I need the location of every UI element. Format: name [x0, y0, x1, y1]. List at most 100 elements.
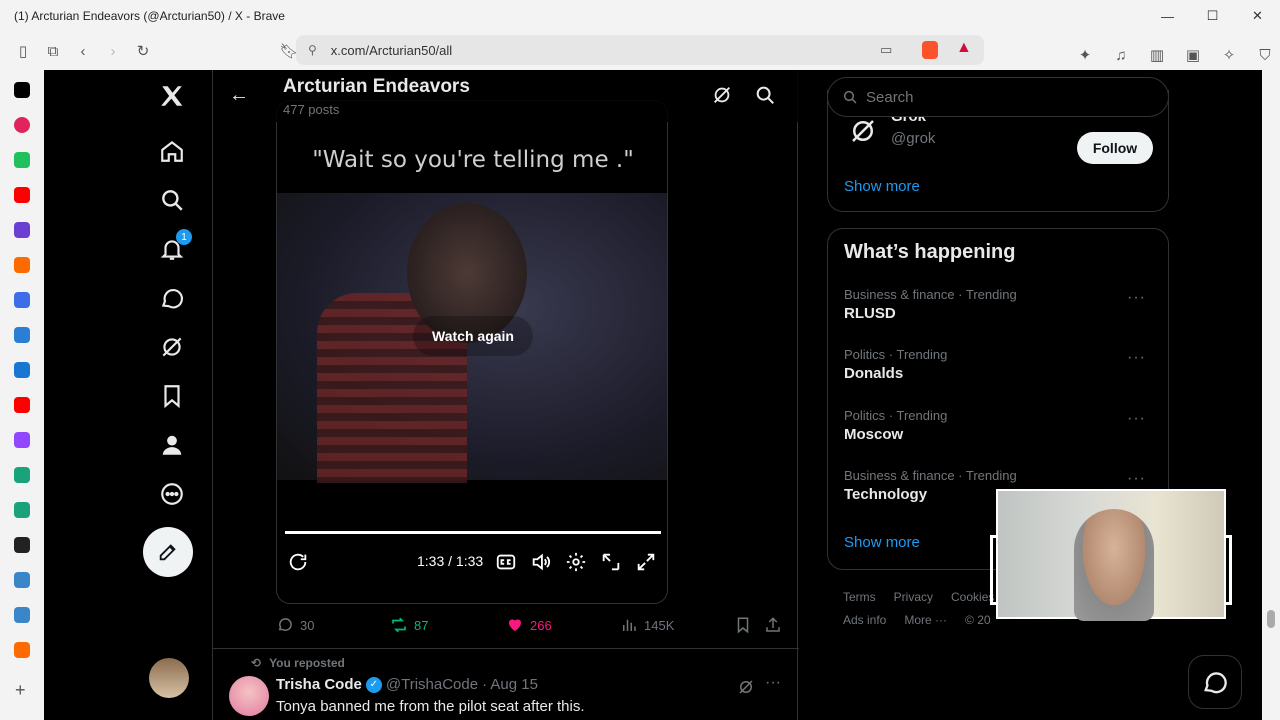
- sidebar-app-icon[interactable]: [14, 292, 30, 308]
- notifications-icon[interactable]: 1: [152, 229, 192, 269]
- tweet-author-avatar[interactable]: [229, 676, 269, 716]
- account-avatar[interactable]: [149, 658, 189, 698]
- forward-icon[interactable]: ›: [98, 36, 128, 66]
- settings-gear-icon[interactable]: [565, 551, 587, 573]
- video-progress-bar[interactable]: [285, 531, 661, 534]
- sidebar-app-icon[interactable]: [14, 642, 30, 658]
- trend-item[interactable]: Politics · Trending Moscow ···: [844, 408, 1154, 443]
- window-title: (1) Arcturian Endeavors (@Arcturian50) /…: [14, 9, 285, 23]
- home-icon[interactable]: [152, 131, 192, 171]
- sidebar-app-icon[interactable]: [14, 257, 30, 273]
- privacy-link[interactable]: Privacy: [894, 590, 933, 604]
- ads-info-link[interactable]: Ads info: [843, 613, 886, 627]
- watch-again-button[interactable]: Watch again: [413, 316, 533, 356]
- trend-meta: Politics · Trending: [844, 347, 948, 362]
- sidebar-app-icon[interactable]: [14, 572, 30, 588]
- address-bar[interactable]: ⚲ x.com/Arcturian50/all ▭ ▲: [296, 35, 984, 65]
- show-more-link[interactable]: Show more: [844, 178, 920, 195]
- sidebar-toggle-icon[interactable]: ▯: [8, 36, 38, 66]
- wallet-icon[interactable]: ▣: [1178, 40, 1208, 70]
- site-info-icon[interactable]: ⚲: [308, 43, 317, 57]
- trend-item[interactable]: Politics · Trending Donalds ···: [844, 347, 1154, 382]
- grok-icon[interactable]: [152, 327, 192, 367]
- browser-sidebar: +: [0, 70, 44, 720]
- more-icon[interactable]: [152, 474, 192, 514]
- profile-icon[interactable]: [152, 425, 192, 465]
- tweet-author-name[interactable]: Trisha Code: [276, 676, 362, 693]
- grok-icon[interactable]: [711, 84, 733, 106]
- more-link[interactable]: More ···: [904, 613, 947, 627]
- terms-link[interactable]: Terms: [843, 590, 876, 604]
- like-button[interactable]: 266: [506, 616, 552, 634]
- share-icon[interactable]: [764, 616, 782, 634]
- maximize-icon[interactable]: ☐: [1190, 0, 1235, 32]
- replay-icon[interactable]: [287, 551, 309, 573]
- media-icon[interactable]: ♫: [1106, 40, 1136, 70]
- whats-happening-title: What’s happening: [844, 241, 1016, 263]
- back-arrow-icon[interactable]: ←: [229, 84, 249, 107]
- close-icon[interactable]: ✕: [1235, 0, 1280, 32]
- sidebar-app-icon[interactable]: [14, 222, 30, 238]
- repost-icon: [392, 617, 406, 633]
- more-options-icon[interactable]: ···: [1127, 410, 1146, 428]
- tweet-date[interactable]: · Aug 15: [482, 676, 538, 693]
- sidebar-icon[interactable]: ▥: [1142, 40, 1172, 70]
- reload-icon[interactable]: ↻: [128, 36, 158, 66]
- add-sidebar-icon[interactable]: +: [15, 680, 26, 701]
- sidebar-app-icon[interactable]: [14, 537, 30, 553]
- follow-button[interactable]: Follow: [1077, 132, 1153, 164]
- views-button[interactable]: 145K: [620, 616, 674, 634]
- more-options-icon[interactable]: ···: [765, 674, 781, 692]
- search-icon[interactable]: [754, 84, 776, 106]
- leo-ai-icon[interactable]: ✧: [1214, 40, 1244, 70]
- extensions-icon[interactable]: ✦: [1070, 40, 1100, 70]
- search-input[interactable]: Search: [827, 77, 1169, 117]
- more-options-icon[interactable]: ···: [1127, 349, 1146, 367]
- brave-shields-icon[interactable]: [922, 41, 938, 59]
- minimize-icon[interactable]: —: [1145, 0, 1190, 32]
- sidebar-app-icon[interactable]: [14, 467, 30, 483]
- tweet-author-handle[interactable]: @TrishaCode: [386, 676, 478, 693]
- grok-logo-icon: [852, 120, 874, 142]
- grok-icon[interactable]: [737, 678, 755, 696]
- reply-button[interactable]: 30: [276, 616, 314, 634]
- tab-search-icon[interactable]: ⧉: [38, 36, 68, 66]
- sidebar-app-icon[interactable]: [14, 327, 30, 343]
- webcam-person: [1074, 509, 1154, 621]
- sidebar-app-icon[interactable]: [14, 362, 30, 378]
- cookies-link[interactable]: Cookies: [951, 590, 994, 604]
- messages-drawer-button[interactable]: [1188, 655, 1242, 709]
- webcam-frame-decoration: [1226, 535, 1232, 605]
- show-more-link[interactable]: Show more: [844, 534, 920, 551]
- grok-handle[interactable]: @grok: [891, 130, 935, 147]
- sidebar-app-icon[interactable]: [14, 152, 30, 168]
- repost-button[interactable]: 87: [390, 616, 428, 634]
- cast-icon[interactable]: ▭: [880, 42, 892, 58]
- fullscreen-icon[interactable]: [635, 551, 657, 573]
- compose-post-button[interactable]: [143, 527, 193, 577]
- messages-icon[interactable]: [152, 278, 192, 318]
- page-scrollbar[interactable]: [1262, 70, 1280, 720]
- more-options-icon[interactable]: ···: [1127, 470, 1146, 488]
- twitch-icon[interactable]: [14, 432, 30, 448]
- captions-icon[interactable]: [495, 551, 517, 573]
- sidebar-app-icon[interactable]: [14, 607, 30, 623]
- vpn-icon[interactable]: ⛉: [1250, 40, 1280, 70]
- back-icon[interactable]: ‹: [68, 36, 98, 66]
- youtube-icon[interactable]: [14, 187, 30, 203]
- x-logo-icon[interactable]: [152, 76, 192, 116]
- views-icon: [623, 619, 636, 631]
- explore-icon[interactable]: [152, 180, 192, 220]
- sidebar-app-icon[interactable]: [14, 117, 30, 133]
- picture-in-picture-icon[interactable]: [600, 551, 622, 573]
- trend-item[interactable]: Business & finance · Trending RLUSD ···: [844, 287, 1154, 322]
- bookmark-icon[interactable]: [734, 616, 752, 634]
- sidebar-app-icon[interactable]: [14, 502, 30, 518]
- brave-rewards-icon[interactable]: ▲: [956, 39, 972, 57]
- bookmarks-icon[interactable]: [152, 376, 192, 416]
- x-sidebar-icon[interactable]: [14, 82, 30, 98]
- video-player[interactable]: "Wait so you're telling me ." Watch agai…: [276, 100, 668, 604]
- youtube-icon[interactable]: [14, 397, 30, 413]
- more-options-icon[interactable]: ···: [1127, 289, 1146, 307]
- volume-icon[interactable]: [530, 551, 552, 573]
